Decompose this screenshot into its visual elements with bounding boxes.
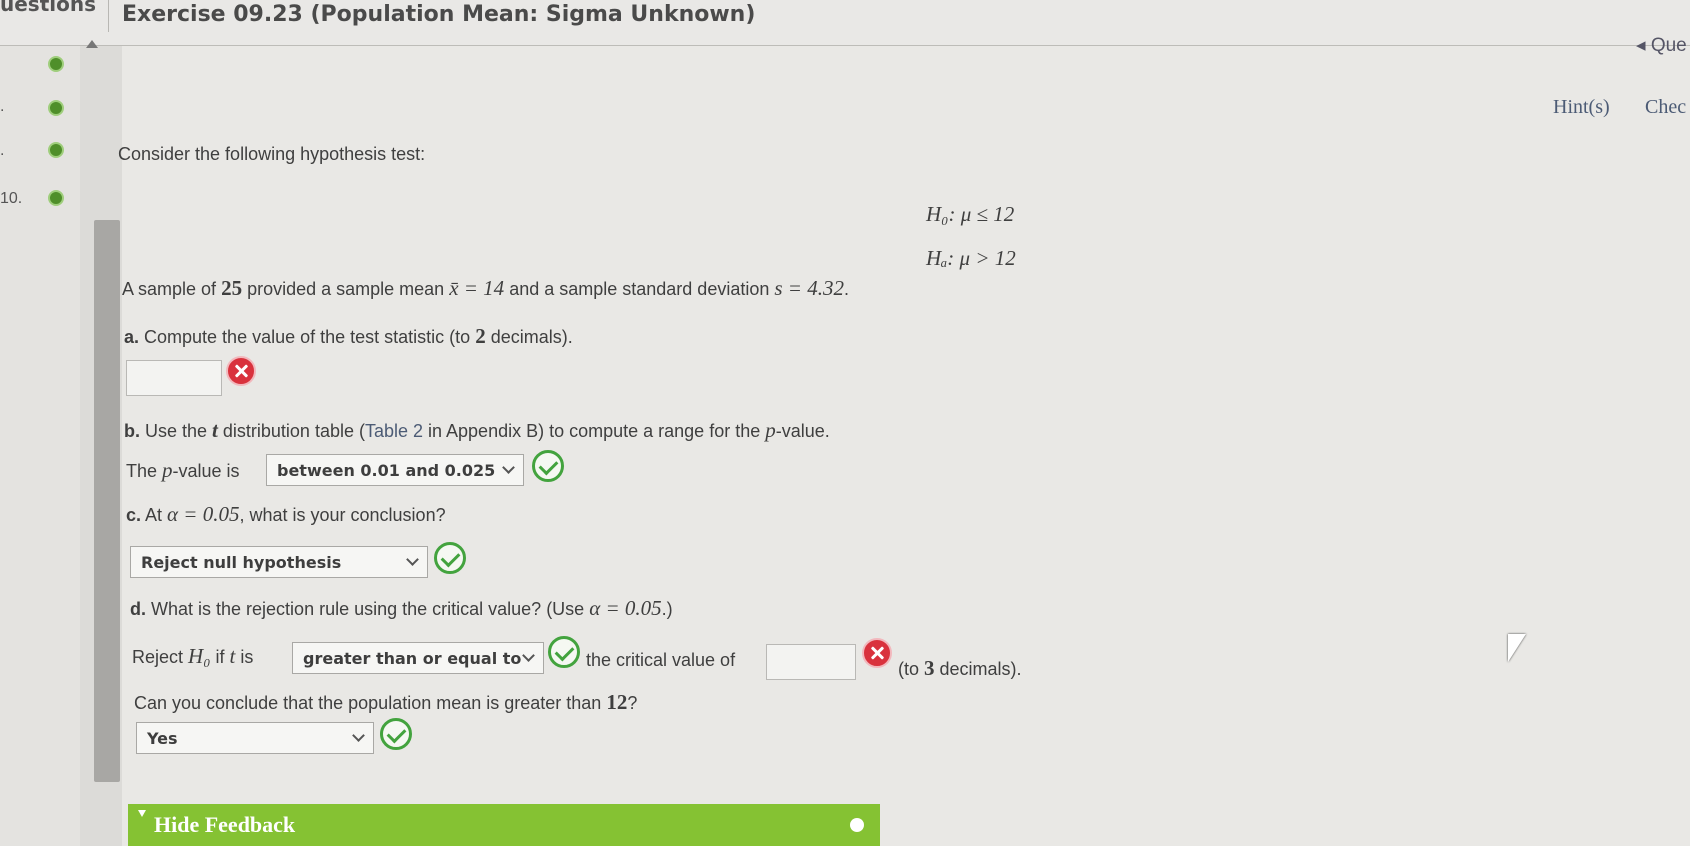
conclusion-select[interactable]: Reject null hypothesis — [130, 546, 428, 578]
correct-icon — [434, 542, 466, 574]
hide-feedback-bar[interactable]: Hide Feedback — [128, 804, 880, 846]
chevron-down-icon — [522, 649, 535, 662]
chevron-down-icon — [352, 729, 365, 742]
table-link[interactable]: Table 2 — [365, 421, 423, 441]
toggle-knob-icon — [850, 818, 864, 832]
scroll-up-arrow-icon[interactable] — [86, 40, 98, 48]
part-c-prompt: c. At α = 0.05, what is your conclusion? — [126, 502, 446, 526]
conclusion-question: Can you conclude that the population mea… — [134, 690, 638, 714]
rejection-rule-select[interactable]: greater than or equal to — [292, 642, 544, 674]
incorrect-icon — [862, 638, 892, 668]
mouse-cursor-icon — [1508, 634, 1526, 662]
complete-status-icon — [48, 56, 64, 72]
sample-description: A sample of 25 provided a sample mean x̄… — [122, 276, 849, 300]
decimals-note: (to 3 decimals). — [898, 656, 1022, 680]
question-list: . . 10. — [0, 46, 80, 846]
header-divider — [108, 0, 109, 32]
test-statistic-input[interactable] — [126, 360, 222, 396]
exercise-title: Exercise 09.23 (Population Mean: Sigma U… — [122, 2, 756, 27]
incorrect-icon — [226, 356, 256, 386]
correct-icon — [532, 450, 564, 482]
hide-feedback-label: Hide Feedback — [154, 812, 296, 837]
null-hypothesis: H₀: μ ≤ 12 — [926, 202, 1015, 226]
chevron-down-icon — [406, 553, 419, 566]
pvalue-label: The p-value is — [126, 458, 240, 482]
question-item[interactable]: . — [0, 94, 80, 134]
correct-icon — [548, 636, 580, 668]
question-item[interactable]: 10. — [0, 190, 80, 230]
chevron-down-icon — [502, 461, 515, 474]
question-item[interactable] — [0, 50, 80, 90]
rejection-rule-label: Reject H₀ if t is — [132, 644, 254, 668]
part-a-prompt: a. Compute the value of the test statist… — [124, 324, 573, 348]
complete-status-icon — [48, 190, 64, 206]
scrollbar-thumb[interactable] — [94, 220, 120, 782]
alternative-hypothesis: Hₐ: μ > 12 — [926, 246, 1016, 270]
critical-value-label: the critical value of — [586, 650, 736, 670]
correct-icon — [380, 718, 412, 750]
population-conclusion-select[interactable]: Yes — [136, 722, 374, 754]
part-b-prompt: b. Use the t distribution table (Table 2… — [124, 418, 830, 442]
pvalue-range-select[interactable]: between 0.01 and 0.025 — [266, 454, 524, 486]
part-d-prompt: d. What is the rejection rule using the … — [130, 596, 673, 620]
critical-value-input[interactable] — [766, 644, 856, 680]
questions-label: uestions — [0, 0, 97, 16]
questions-nav-link[interactable]: ◂ Que — [1636, 34, 1687, 57]
complete-status-icon — [48, 100, 64, 116]
question-item[interactable]: . — [0, 142, 80, 182]
question-number: . — [0, 142, 5, 159]
exercise-header: uestions Exercise 09.23 (Population Mean… — [0, 0, 1690, 46]
question-number: 10. — [0, 190, 23, 207]
check-link[interactable]: Chec — [1645, 96, 1686, 119]
complete-status-icon — [48, 142, 64, 158]
problem-intro: Consider the following hypothesis test: — [118, 144, 426, 164]
collapse-arrow-icon — [138, 810, 146, 817]
hints-link[interactable]: Hint(s) — [1553, 96, 1610, 119]
question-number: . — [0, 98, 5, 115]
